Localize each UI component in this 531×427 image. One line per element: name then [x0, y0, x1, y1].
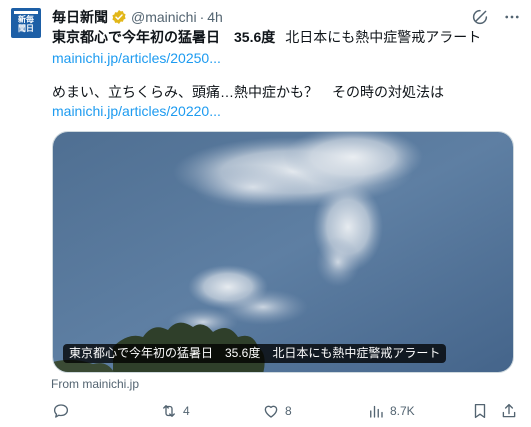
source-domain[interactable]: From mainichi.jp [51, 377, 139, 391]
grok-icon[interactable] [471, 8, 489, 26]
like-count: 8 [285, 404, 292, 418]
article-link-1[interactable]: mainichi.jp/articles/20250... [52, 48, 221, 68]
display-name[interactable]: 毎日新聞 [52, 7, 108, 27]
bookmark-button[interactable] [471, 402, 489, 420]
separator-dot: · [199, 9, 205, 25]
like-icon [262, 402, 280, 420]
views-count: 8.7K [390, 404, 415, 418]
avatar-logo-text: 新毎聞日 [18, 14, 34, 33]
headline-rest: 北日本にも熱中症警戒アラート [285, 29, 482, 45]
avatar[interactable]: 新毎聞日 [11, 8, 41, 38]
handle[interactable]: @mainichi [131, 9, 197, 25]
retweet-icon [160, 402, 178, 420]
tweet-text-line-1: 東京都心で今年初の猛暑日 35.6度 北日本にも熱中症警戒アラート [52, 27, 481, 47]
timestamp[interactable]: 4h [207, 9, 223, 25]
tweet-text-line-2: めまい、立ちくらみ、頭痛…熱中症かも？ その時の対処法は [52, 84, 444, 100]
article-link-2[interactable]: mainichi.jp/articles/20220... [52, 101, 221, 121]
tweet-header: 毎日新聞 @mainichi · 4h [52, 7, 223, 27]
share-button[interactable] [500, 402, 518, 420]
headline-bold: 東京都心で今年初の猛暑日 35.6度 [52, 29, 276, 45]
tweet[interactable]: 新毎聞日 毎日新聞 @mainichi · 4h 東京都心で今年初の猛暑日 35… [0, 0, 531, 427]
link-card[interactable]: 東京都心で今年初の猛暑日 35.6度 北日本にも熱中症警戒アラート [52, 131, 514, 373]
verified-badge-icon [111, 9, 127, 25]
card-caption: 東京都心で今年初の猛暑日 35.6度 北日本にも熱中症警戒アラート [63, 344, 447, 363]
retweet-count: 4 [183, 404, 190, 418]
share-icon [500, 402, 518, 420]
views-button[interactable]: 8.7K [367, 402, 415, 420]
top-right-actions [471, 8, 521, 26]
reply-button[interactable] [52, 402, 75, 420]
card-image [53, 132, 513, 372]
reply-icon [52, 402, 70, 420]
more-icon[interactable] [503, 8, 521, 26]
bookmark-icon [471, 402, 489, 420]
retweet-button[interactable]: 4 [160, 402, 190, 420]
views-icon [367, 402, 385, 420]
action-bar: 4 8 8.7K [52, 402, 516, 422]
like-button[interactable]: 8 [262, 402, 292, 420]
